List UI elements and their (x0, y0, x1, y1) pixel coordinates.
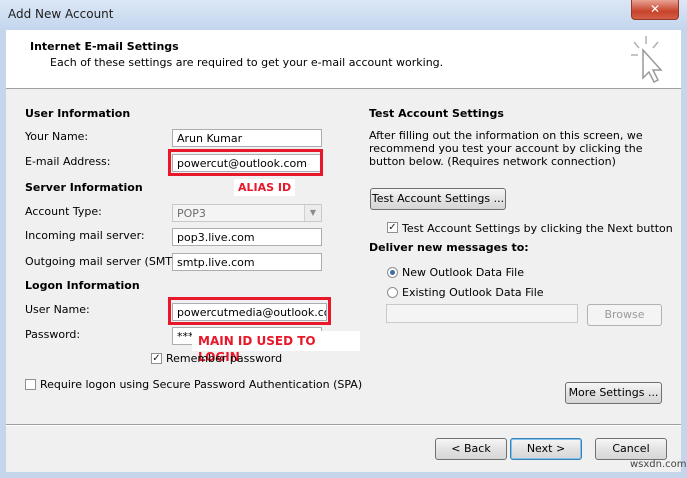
alias-highlight-box (168, 149, 323, 176)
user-info-heading: User Information (25, 107, 131, 120)
account-type-label: Account Type: (25, 205, 102, 218)
existing-data-file-radio[interactable] (387, 287, 398, 298)
test-settings-heading: Test Account Settings (369, 107, 504, 120)
existing-data-file-label: Existing Outlook Data File (402, 286, 544, 299)
mouse-pointer-icon (631, 36, 663, 84)
auto-test-checkbox[interactable]: ✓ (387, 222, 398, 233)
account-type-select[interactable]: POP3 ▼ (172, 204, 322, 222)
test-settings-description: After filling out the information on thi… (369, 129, 643, 168)
your-name-input[interactable]: Arun Kumar (172, 129, 322, 147)
close-button[interactable]: ✕ (631, 0, 679, 20)
header-title: Internet E-mail Settings (30, 40, 179, 53)
watermark-text: wsxdn.com (630, 459, 687, 470)
password-label: Password: (25, 328, 81, 341)
chevron-down-icon: ▼ (304, 205, 321, 221)
account-type-value: POP3 (177, 207, 206, 220)
main-id-highlight-box (168, 297, 331, 325)
outgoing-server-input[interactable]: smtp.live.com (172, 253, 322, 271)
spa-label: Require logon using Secure Password Auth… (40, 378, 363, 391)
main-id-annotation: MAIN ID USED TO LOGIN (192, 331, 360, 364)
data-file-path-input[interactable] (386, 304, 578, 323)
remember-password-label: Remember password (166, 352, 283, 365)
footer-divider-highlight (6, 425, 681, 426)
alias-id-annotation: ALIAS ID (234, 179, 296, 196)
server-info-heading: Server Information (25, 181, 143, 194)
cancel-button[interactable]: Cancel (595, 438, 667, 460)
header-subtitle: Each of these settings are required to g… (50, 56, 444, 69)
window-frame-bottom (0, 472, 687, 478)
browse-button[interactable]: Browse (587, 304, 662, 326)
your-name-label: Your Name: (25, 130, 89, 143)
new-data-file-label: New Outlook Data File (402, 266, 524, 279)
deliver-heading: Deliver new messages to: (369, 241, 529, 254)
new-data-file-radio[interactable] (387, 267, 398, 278)
window-frame-left (0, 30, 6, 478)
next-button[interactable]: Next > (510, 438, 582, 460)
window-title: Add New Account (8, 7, 114, 21)
outgoing-server-label: Outgoing mail server (SMTP): (25, 255, 187, 268)
more-settings-button[interactable]: More Settings ... (565, 382, 662, 404)
test-account-settings-button[interactable]: Test Account Settings ... (370, 188, 506, 210)
auto-test-label: Test Account Settings by clicking the Ne… (402, 222, 673, 235)
email-address-label: E-mail Address: (25, 155, 111, 168)
back-button[interactable]: < Back (435, 438, 507, 460)
user-name-label: User Name: (25, 303, 90, 316)
remember-password-checkbox[interactable]: ✓ (151, 353, 162, 364)
spa-checkbox[interactable] (25, 379, 36, 390)
incoming-server-label: Incoming mail server: (25, 229, 145, 242)
logon-info-heading: Logon Information (25, 279, 140, 292)
window-frame-right (681, 30, 687, 478)
incoming-server-input[interactable]: pop3.live.com (172, 228, 322, 246)
